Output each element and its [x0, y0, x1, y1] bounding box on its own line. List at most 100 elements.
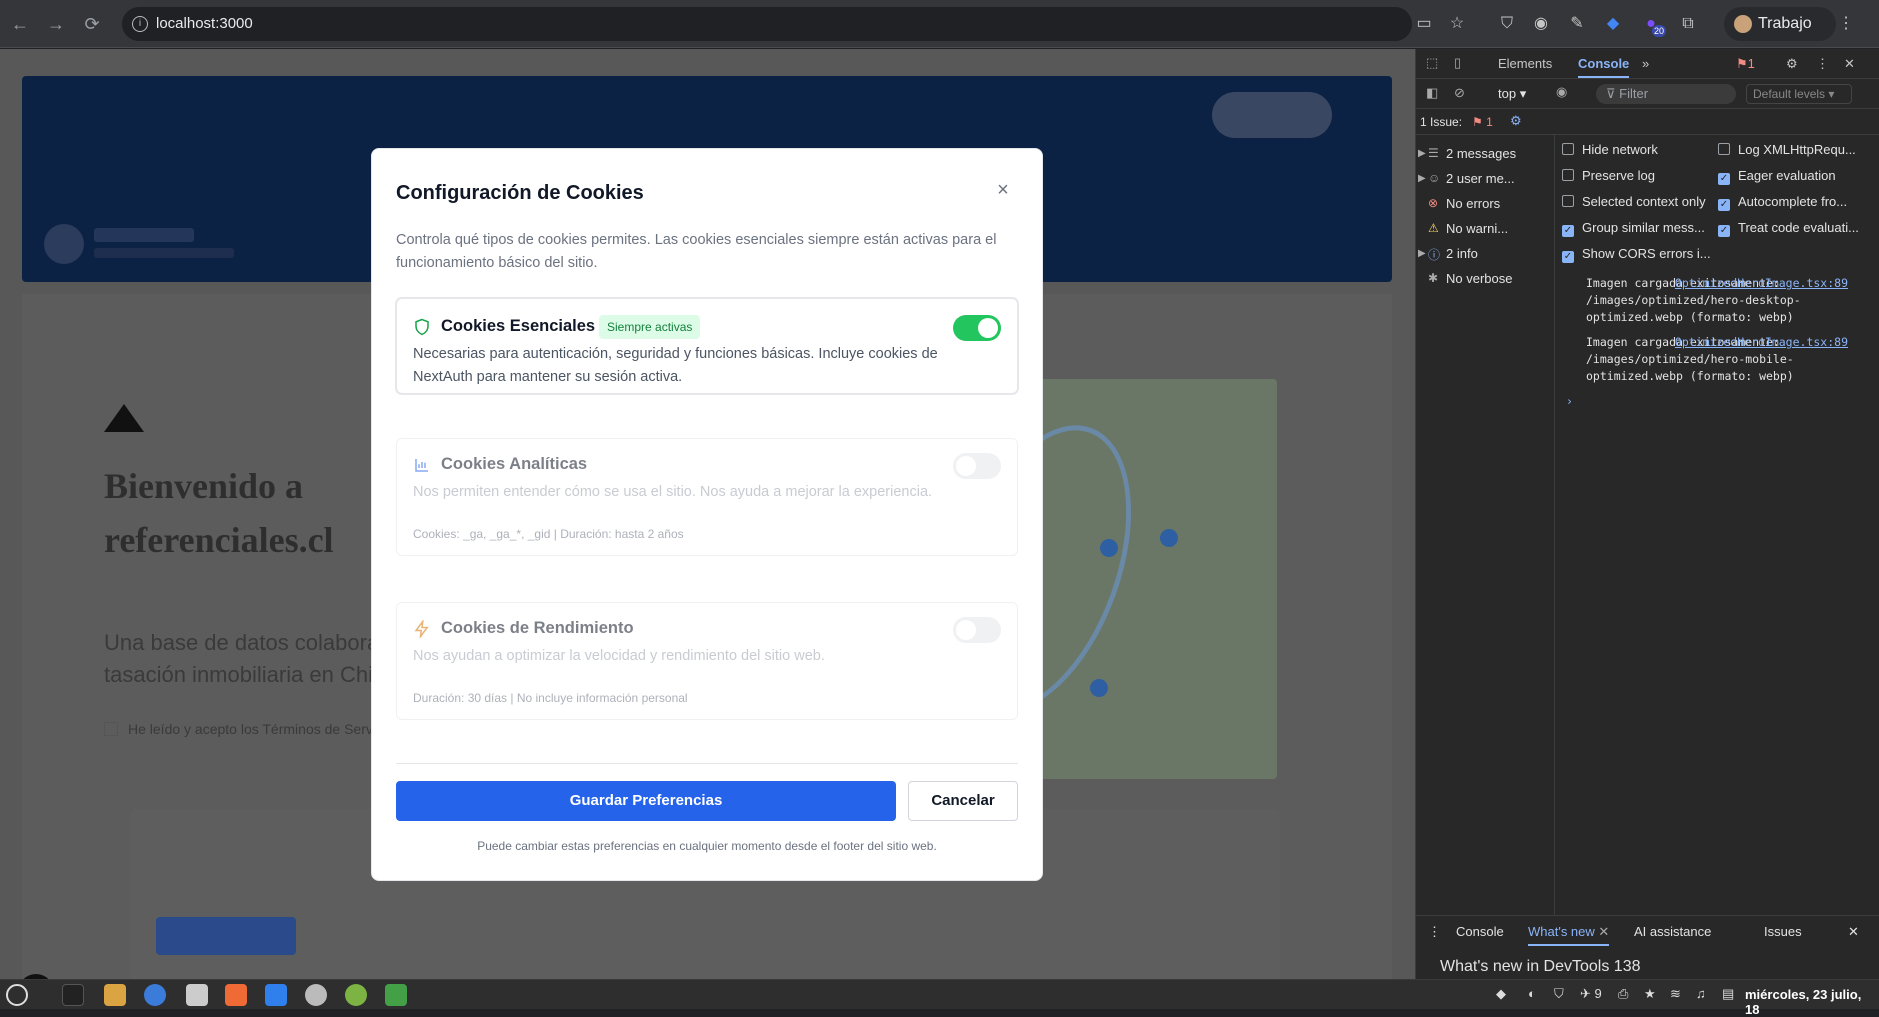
printer-icon[interactable]: ⎙ — [1618, 986, 1628, 1002]
sidebar-item-warnings[interactable]: No warni... — [1446, 221, 1508, 236]
back-icon[interactable]: ← — [8, 12, 32, 36]
chrome-icon[interactable] — [144, 984, 166, 1006]
issues-settings-icon[interactable]: ⚙ — [1510, 113, 1522, 129]
checkbox-icon[interactable] — [1562, 169, 1574, 181]
expand-arrow-icon[interactable]: ▶ — [1418, 148, 1426, 159]
wifi-icon[interactable]: ≋ — [1670, 986, 1681, 1002]
url-text[interactable]: localhost:3000 — [156, 15, 253, 32]
issues-counter[interactable]: ⚑1 — [1736, 56, 1755, 72]
drawer-tab-ai[interactable]: AI assistance — [1634, 924, 1711, 939]
qgis-icon[interactable] — [345, 984, 367, 1006]
option-treat-code[interactable]: ✓ Treat code evaluati... — [1718, 220, 1859, 237]
console-prompt[interactable]: › — [1556, 389, 1879, 414]
forward-icon[interactable]: → — [44, 12, 68, 36]
tag-extension-icon[interactable]: ◆ — [1602, 13, 1624, 35]
close-devtools-icon[interactable]: ✕ — [1844, 56, 1855, 72]
close-drawer-icon[interactable]: ✕ — [1848, 924, 1859, 940]
sidebar-item-info[interactable]: 2 info — [1446, 246, 1478, 261]
live-expression-eye-icon[interactable]: ◉ — [1556, 84, 1567, 100]
mint-menu-icon[interactable] — [6, 984, 28, 1006]
site-info-icon[interactable]: i — [132, 16, 148, 32]
extension-shield-icon[interactable]: ⛉ — [1496, 13, 1518, 35]
checkbox-icon[interactable] — [1562, 195, 1574, 207]
save-preferences-button[interactable]: Guardar Preferencias — [396, 781, 896, 821]
tray-count-icon[interactable]: ✈ 9 — [1580, 986, 1602, 1002]
reload-icon[interactable]: ⟳ — [80, 12, 104, 36]
tab-console[interactable]: Console — [1578, 56, 1630, 78]
log-source-link[interactable]: OptimizedHeroImage.tsx:89 — [1675, 334, 1848, 351]
app-icon[interactable] — [305, 984, 327, 1006]
issues-bar[interactable]: 1 Issue: ⚑ 1 ⚙ — [1416, 109, 1879, 135]
clear-console-icon[interactable]: ⊘ — [1454, 85, 1465, 101]
checkbox-checked-icon[interactable]: ✓ — [1718, 225, 1730, 237]
sidebar-item-messages[interactable]: 2 messages — [1446, 146, 1516, 161]
expand-arrow-icon[interactable]: ▶ — [1418, 248, 1426, 259]
option-preserve-log[interactable]: Preserve log — [1562, 168, 1655, 183]
expand-arrow-icon[interactable]: ▶ — [1418, 173, 1426, 184]
performance-toggle[interactable] — [953, 617, 1001, 643]
star-icon[interactable]: ★ — [1644, 986, 1656, 1002]
app-icon[interactable] — [186, 984, 208, 1006]
camera-extension-icon[interactable]: ◉ — [1530, 13, 1552, 35]
drawer-tab-whats-new[interactable]: What's new ✕ — [1528, 924, 1610, 946]
clock[interactable]: miércoles, 23 julio, 18 — [1745, 987, 1879, 1017]
tray-icon[interactable]: ⛉ — [1554, 986, 1564, 1002]
option-hide-network[interactable]: Hide network — [1562, 142, 1658, 157]
drawer-tab-console[interactable]: Console — [1456, 924, 1504, 939]
log-levels-select[interactable]: Default levels ▾ — [1746, 84, 1852, 104]
checkbox-icon[interactable] — [1718, 143, 1730, 155]
close-icon[interactable]: × — [992, 179, 1014, 201]
context-select[interactable]: top ▾ — [1498, 86, 1526, 102]
app-icon[interactable] — [225, 984, 247, 1006]
device-toggle-icon[interactable]: ▯ — [1454, 55, 1461, 71]
card-title: Cookies de Rendimiento — [441, 619, 634, 637]
checkbox-icon[interactable] — [1562, 143, 1574, 155]
devtools-menu-icon[interactable]: ⋮ — [1816, 56, 1829, 72]
cancel-button[interactable]: Cancelar — [908, 781, 1018, 821]
essential-toggle[interactable] — [953, 315, 1001, 341]
terminal-icon[interactable] — [62, 984, 84, 1006]
drawer-tab-issues[interactable]: Issues — [1764, 924, 1802, 939]
option-group-similar[interactable]: ✓ Group similar mess... — [1562, 220, 1705, 237]
log-source-link[interactable]: OptimizedHeroImage.tsx:89 — [1675, 275, 1848, 292]
option-eager-eval[interactable]: ✓ Eager evaluation — [1718, 168, 1836, 185]
extension-badge-icon[interactable]: ● 20 — [1640, 13, 1667, 37]
checkbox-checked-icon[interactable]: ✓ — [1562, 225, 1574, 237]
issues-badge[interactable]: ⚑ 1 — [1472, 115, 1493, 129]
checkbox-checked-icon[interactable]: ✓ — [1562, 251, 1574, 263]
eyedropper-extension-icon[interactable]: ✎ — [1566, 13, 1588, 35]
tray-icon[interactable]: ◐ — [1528, 986, 1536, 1001]
inspect-icon[interactable]: ⬚ — [1426, 55, 1438, 71]
settings-gear-icon[interactable]: ⚙ — [1786, 56, 1798, 72]
calendar-icon[interactable]: ▤ — [1722, 986, 1734, 1002]
sidebar-item-user-messages[interactable]: 2 user me... — [1446, 171, 1515, 186]
shield-app-icon[interactable] — [385, 984, 407, 1006]
checkbox-icon[interactable] — [104, 722, 118, 736]
files-icon[interactable] — [104, 984, 126, 1006]
option-log-xhr[interactable]: Log XMLHttpRequ... — [1718, 142, 1856, 157]
tray-icon[interactable]: ◆ — [1496, 986, 1506, 1002]
analytics-toggle[interactable] — [953, 453, 1001, 479]
option-selected-context[interactable]: Selected context only — [1562, 194, 1706, 209]
drawer-menu-icon[interactable]: ⋮ — [1428, 924, 1441, 940]
theme-toggle[interactable] — [1212, 92, 1332, 138]
tab-elements[interactable]: Elements — [1498, 56, 1552, 71]
filter-input[interactable]: ⊽ Filter — [1596, 84, 1736, 104]
vscode-icon[interactable] — [265, 984, 287, 1006]
address-bar[interactable]: i localhost:3000 — [122, 7, 1412, 41]
more-tabs-icon[interactable]: » — [1642, 56, 1649, 71]
sidebar-item-errors[interactable]: No errors — [1446, 196, 1500, 211]
bookmark-star-icon[interactable]: ☆ — [1446, 13, 1468, 35]
cast-icon[interactable]: ▭ — [1413, 13, 1435, 35]
checkbox-checked-icon[interactable]: ✓ — [1718, 199, 1730, 211]
option-autocomplete[interactable]: ✓ Autocomplete fro... — [1718, 194, 1847, 211]
checkbox-checked-icon[interactable]: ✓ — [1718, 173, 1730, 185]
primary-action-button[interactable] — [156, 917, 296, 955]
profile-button[interactable]: Trabajo — [1724, 7, 1836, 41]
close-tab-icon[interactable]: ✕ — [1598, 924, 1609, 939]
extensions-puzzle-icon[interactable]: ⧉ — [1677, 13, 1699, 35]
menu-kebab-icon[interactable]: ⋮ — [1835, 13, 1857, 35]
music-icon[interactable]: ♫ — [1696, 986, 1706, 1001]
sidebar-toggle-icon[interactable]: ◧ — [1426, 85, 1438, 101]
sidebar-item-verbose[interactable]: No verbose — [1446, 271, 1512, 286]
